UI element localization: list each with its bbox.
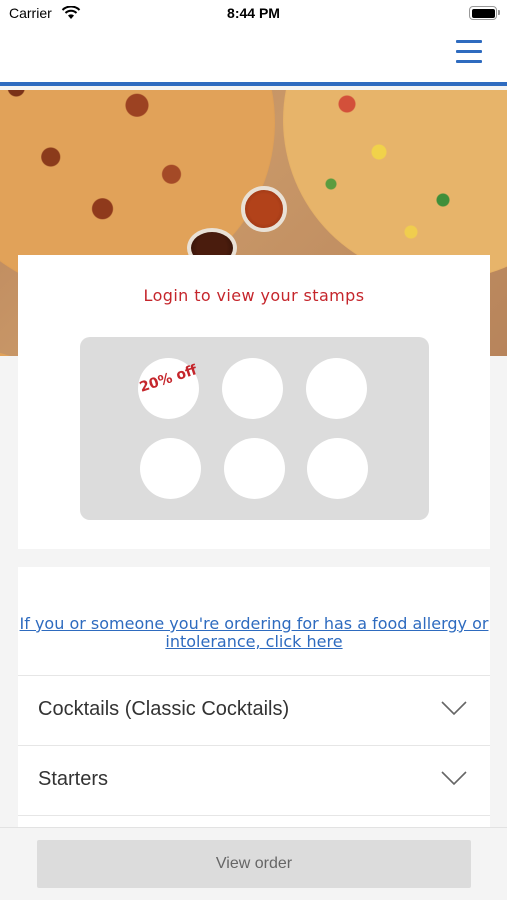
category-label: Cocktails (Classic Cocktails) — [38, 698, 290, 720]
reward-label: 20% off — [137, 362, 200, 396]
stamp-slot — [306, 358, 367, 419]
chevron-down-icon — [441, 701, 467, 716]
chevron-down-icon — [441, 771, 467, 786]
battery-icon — [469, 6, 500, 20]
hamburger-menu-icon[interactable] — [456, 40, 482, 64]
status-bar: Carrier 8:44 PM — [0, 0, 507, 30]
app-header — [0, 30, 507, 86]
category-cocktails[interactable]: Cocktails (Classic Cocktails) — [18, 675, 490, 745]
stamp-slot — [222, 358, 283, 419]
bottom-bar: View order — [0, 827, 507, 900]
stamp-login-prompt[interactable]: Login to view your stamps — [18, 286, 490, 305]
clock: 8:44 PM — [227, 5, 280, 21]
stamp-reward: 20% off — [138, 358, 199, 419]
pizza-right — [283, 90, 507, 280]
view-order-button[interactable]: View order — [37, 840, 471, 888]
stamp-grid: 20% off — [80, 337, 429, 520]
menu-card: If you or someone you're ordering for ha… — [18, 567, 490, 837]
category-starters[interactable]: Starters — [18, 745, 490, 815]
sauce-dip-red — [241, 186, 287, 232]
allergy-info-link[interactable]: If you or someone you're ordering for ha… — [18, 615, 490, 651]
category-label: Starters — [38, 768, 109, 790]
stamp-slot — [224, 438, 285, 499]
stamp-slot — [307, 438, 368, 499]
stamp-slot — [140, 438, 201, 499]
stamp-card: Login to view your stamps 20% off — [18, 255, 490, 549]
